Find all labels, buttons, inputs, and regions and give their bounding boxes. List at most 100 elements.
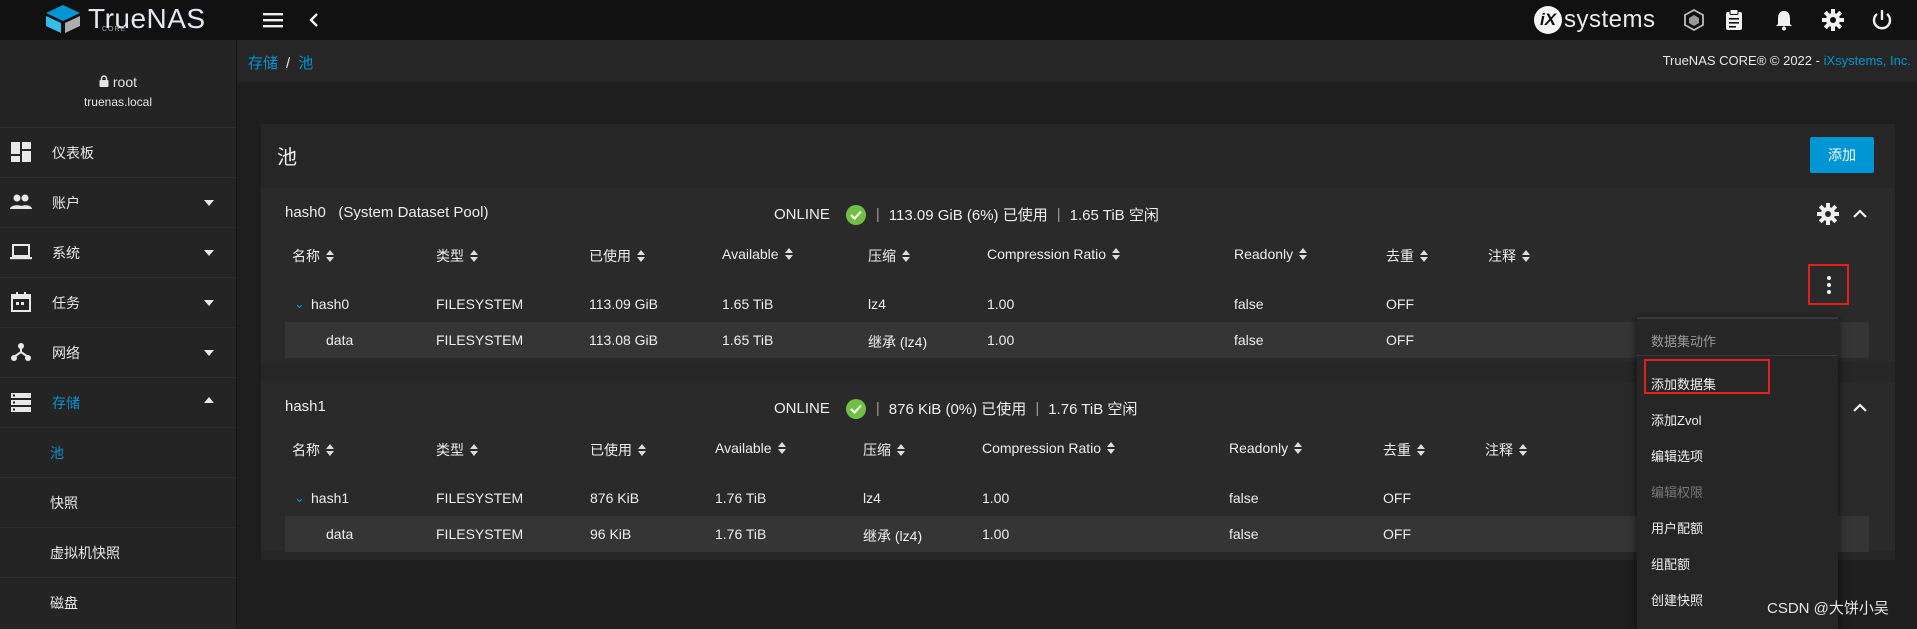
people-icon [10,194,32,209]
column-header[interactable]: Readonly [1229,440,1303,456]
sort-icon [1294,442,1303,454]
column-header[interactable]: Compression Ratio [982,440,1116,456]
menu-toggle-icon[interactable] [261,8,285,32]
column-header[interactable]: 注释 [1488,246,1530,266]
table-row[interactable]: data FILESYSTEM 96 KiB 1.76 TiB 继承 (lz4)… [285,516,1869,552]
sort-icon [1522,250,1530,262]
cell-used: 96 KiB [590,526,632,542]
column-header[interactable]: 名称 [292,246,334,266]
bell-icon[interactable] [1772,8,1796,32]
pool-settings-gear-icon[interactable] [1817,203,1839,225]
sidebar-subitem-pools[interactable]: 池 [0,428,236,478]
chevron-left-icon[interactable] [302,8,326,32]
sort-icon [1417,444,1425,456]
chevron-down-icon[interactable]: ⌄ [294,490,305,506]
pool-name-text: hash0 [285,204,326,221]
clipboard-icon[interactable] [1722,8,1746,32]
table-row[interactable]: data FILESYSTEM 113.08 GiB 1.65 TiB 继承 (… [285,322,1869,358]
truenas-logo-icon [46,5,80,33]
sort-icon [638,444,646,456]
sidebar-subitem-label: 虚拟机快照 [50,544,120,561]
annotation-highlight-box [1644,359,1770,394]
chevron-down-icon [204,300,214,306]
column-label: 去重 [1383,442,1411,458]
table-row[interactable]: ⌄ hash0 FILESYSTEM 113.09 GiB 1.65 TiB l… [285,286,1869,322]
sidebar-item-label: 网络 [52,344,80,361]
column-header[interactable]: 去重 [1386,246,1428,266]
menu-item-group-quotas[interactable]: 组配额 [1651,554,1690,573]
column-header[interactable]: Available [722,246,793,262]
column-header[interactable]: 压缩 [863,440,905,460]
truecommand-icon[interactable] [1682,8,1706,32]
sidebar-item-accounts[interactable]: 账户 [0,178,236,228]
column-header[interactable]: Compression Ratio [987,246,1121,262]
column-header[interactable]: 注释 [1485,440,1527,460]
ixsystems-brand[interactable]: iX systems [1534,5,1656,35]
cell-available: 1.65 TiB [722,332,774,348]
chevron-down-icon[interactable]: ⌄ [294,296,305,312]
sidebar-subitem-vm-snapshots[interactable]: 虚拟机快照 [0,528,236,578]
column-label: Compression Ratio [987,246,1107,262]
menu-item-user-quotas[interactable]: 用户配额 [1651,518,1703,537]
column-header[interactable]: 去重 [1383,440,1425,460]
ixsystems-link[interactable]: iXsystems, Inc. [1824,53,1911,68]
storage-icon [11,393,31,412]
pool-state: ONLINE [774,400,830,417]
column-label: Available [722,246,779,262]
column-header[interactable]: 已使用 [589,246,645,266]
menu-divider [1637,355,1838,356]
sidebar-item-dashboard[interactable]: 仪表板 [0,128,236,178]
cell-type: FILESYSTEM [436,526,524,542]
copyright: TrueNAS CORE® © 2022 - iXsystems, Inc. [1663,53,1911,68]
sidebar-item-tasks[interactable]: 任务 [0,278,236,328]
gear-icon[interactable] [1821,8,1845,32]
column-header[interactable]: 名称 [292,440,334,460]
pool-free: 1.76 TiB 空闲 [1048,401,1138,418]
menu-item-edit-options[interactable]: 编辑选项 [1651,446,1703,465]
cell-used: 113.09 GiB [589,296,659,312]
sidebar-item-storage[interactable]: 存储 [0,378,236,428]
column-header[interactable]: 已使用 [590,440,646,460]
sidebar-subitem-snapshots[interactable]: 快照 [0,478,236,528]
dataset-actions-kebab-button[interactable] [1808,264,1849,305]
sidebar-item-label: 仪表板 [52,144,94,161]
sidebar-subitem-label: 快照 [50,494,78,511]
pool-status: ONLINE | 876 KiB (0%) 已使用 | 1.76 TiB 空闲 [774,398,1137,419]
column-header[interactable]: 类型 [436,246,478,266]
column-header[interactable]: 压缩 [868,246,910,266]
cell-ratio: 1.00 [987,332,1015,348]
chevron-up-icon [204,397,214,403]
page-title: 池 [277,147,297,169]
column-header[interactable]: 类型 [436,440,478,460]
column-label: 类型 [436,248,464,264]
sort-icon [637,250,645,262]
sidebar-subitem-label: 磁盘 [50,594,78,611]
sidebar-subitem-disks[interactable]: 磁盘 [0,578,236,628]
sort-icon [897,444,905,456]
column-header[interactable]: Readonly [1234,246,1308,262]
pool-header[interactable]: hash0 (System Dataset Pool) ONLINE | 113… [261,188,1895,238]
menu-item-create-snapshot[interactable]: 创建快照 [1651,590,1703,609]
breadcrumb-current[interactable]: 池 [298,55,313,72]
chevron-up-icon[interactable] [1851,205,1869,223]
status-separator: | [875,206,880,223]
check-circle-icon [845,398,866,419]
sidebar-item-network[interactable]: 网络 [0,328,236,378]
add-pool-button[interactable]: 添加 [1810,137,1874,173]
table-row[interactable]: ⌄ hash1 FILESYSTEM 876 KiB 1.76 TiB lz4 … [285,480,1869,516]
menu-item-add-zvol[interactable]: 添加Zvol [1651,410,1702,429]
power-icon[interactable] [1870,8,1894,32]
cell-compression: lz4 [863,490,881,506]
ixsystems-logo-icon: iX [1534,6,1562,34]
column-header[interactable]: Available [715,440,786,456]
cell-ratio: 1.00 [982,526,1010,542]
breadcrumb-separator: / [286,55,291,72]
sort-icon [902,250,910,262]
cell-compression: 继承 (lz4) [868,334,928,350]
menu-header: 数据集动作 [1651,334,1717,349]
ixsystems-brand-text: systems [1564,6,1656,33]
chevron-up-icon[interactable] [1851,399,1869,417]
sidebar-item-system[interactable]: 系统 [0,228,236,278]
cell-dedup: OFF [1383,526,1411,542]
breadcrumb-storage-link[interactable]: 存储 [248,55,278,72]
